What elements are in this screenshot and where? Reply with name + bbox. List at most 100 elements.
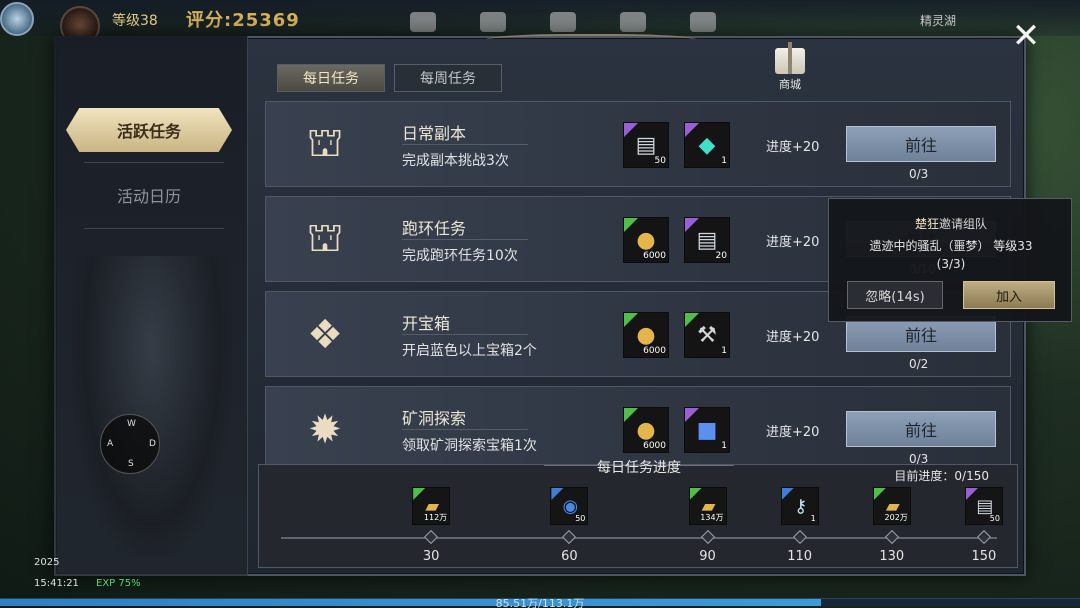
exp-percent: EXP 75% <box>96 578 141 589</box>
task-progress: 0/2 <box>909 357 929 371</box>
sidebar-divider <box>84 162 224 163</box>
milestone-node <box>562 529 577 545</box>
close-button[interactable]: ✕ <box>1008 18 1044 54</box>
crystal-icon: ◆ <box>698 132 716 158</box>
character-silhouette <box>72 256 232 556</box>
cube-icon: ■ <box>696 417 718 443</box>
hud-icon-strip <box>410 12 716 32</box>
invite-dungeon-info: 遗迹中的骚乱（噩梦） 等级33 <box>869 239 1033 253</box>
hud-menu-icon[interactable] <box>620 12 646 32</box>
tab-weekly-tasks[interactable]: 每周任务 <box>394 64 502 92</box>
milestone-value: 60 <box>561 549 578 564</box>
sidebar-item-active-tasks[interactable]: 活跃任务 <box>66 108 232 152</box>
task-divider <box>402 429 528 430</box>
reward-item[interactable]: ◆ 1 <box>684 122 730 168</box>
reward-item[interactable]: ▤ 50 <box>623 122 669 168</box>
hud-menu-icon[interactable] <box>690 12 716 32</box>
hammer-icon: ⚒ <box>697 322 717 348</box>
milestone-value: 90 <box>699 549 716 564</box>
task-description: 领取矿洞探索宝箱1次 <box>402 438 537 454</box>
dungeon-emblem-icon: ⛫ <box>306 119 344 166</box>
hud-menu-icon[interactable] <box>410 12 436 32</box>
progress-gain: 进度+20 <box>766 330 820 345</box>
milestone-reward[interactable]: ▰ 134万 <box>688 487 727 525</box>
task-name: 矿洞探索 <box>402 409 467 428</box>
reward-item[interactable]: ● 6000 <box>623 407 669 453</box>
milestone-node <box>884 529 899 545</box>
player-avatar[interactable] <box>0 2 34 36</box>
reward-item[interactable]: ▤ 20 <box>684 217 730 263</box>
milestone-node <box>976 529 992 545</box>
reward-item[interactable]: ● 6000 <box>623 217 669 263</box>
invite-title: 楚狂邀请组队 <box>829 215 1073 232</box>
task-description: 完成副本挑战3次 <box>402 153 509 169</box>
task-description: 完成跑环任务10次 <box>402 248 518 264</box>
movement-joystick[interactable]: W A D S <box>100 414 160 474</box>
map-name: 精灵湖 <box>920 14 957 28</box>
milestone-reward[interactable]: ◉ 50 <box>550 487 589 525</box>
reward-quantity: 20 <box>715 251 727 261</box>
milestone-value: 150 <box>971 549 997 564</box>
milestone-node <box>424 529 439 545</box>
milestone-reward[interactable]: ⚷ 1 <box>780 487 819 525</box>
milestone-value: 110 <box>787 549 813 564</box>
reward-item[interactable]: ● 6000 <box>623 312 669 358</box>
mine-emblem-icon: ✹ <box>308 407 342 453</box>
hud-menu-icon[interactable] <box>550 12 576 32</box>
sidebar-item-activity-calendar[interactable]: 活动日历 <box>66 173 232 217</box>
go-button[interactable]: 前往 <box>846 411 996 447</box>
scroll-icon: ▤ <box>696 227 718 253</box>
reward-quantity: 134万 <box>700 513 724 522</box>
reward-quantity: 202万 <box>884 513 908 522</box>
progress-gain: 进度+20 <box>766 235 820 250</box>
shop-label: 商城 <box>779 78 801 91</box>
gold-coin-icon: ● <box>636 417 656 443</box>
task-name: 开宝箱 <box>402 314 451 333</box>
inviter-name: 楚狂 <box>914 217 939 231</box>
milestone-reward[interactable]: ▰ 112万 <box>412 487 451 525</box>
task-divider <box>402 334 528 335</box>
joystick-down-label: S <box>128 459 134 469</box>
reward-quantity: 50 <box>989 514 1000 523</box>
gift-box-icon <box>775 42 805 74</box>
join-button[interactable]: 加入 <box>963 281 1055 309</box>
milestone-node <box>792 529 807 545</box>
reward-quantity: 1 <box>721 346 727 356</box>
gold-coin-icon: ● <box>636 227 656 253</box>
reward-quantity: 6000 <box>643 251 666 261</box>
joystick-left-label: A <box>107 439 114 449</box>
reward-quantity: 50 <box>654 156 666 166</box>
reward-quantity: 50 <box>575 514 586 523</box>
player-level: 等级38 <box>112 13 158 29</box>
treasure-emblem-icon: ❖ <box>307 312 343 358</box>
reward-item[interactable]: ■ 1 <box>684 407 730 453</box>
progress-gain: 进度+20 <box>766 140 820 155</box>
joystick-right-label: D <box>149 439 156 449</box>
gold-coin-icon: ● <box>636 322 656 348</box>
invite-body: 遗迹中的骚乱（噩梦） 等级33 (3/3) <box>829 237 1073 273</box>
hud-date: 2025 <box>34 557 60 568</box>
panel-ornament <box>486 34 696 48</box>
milestone-reward[interactable]: ▤ 50 <box>964 487 1003 525</box>
hud-menu-icon[interactable] <box>480 12 506 32</box>
go-button[interactable]: 前往 <box>846 126 996 162</box>
reward-quantity: 1 <box>810 514 816 523</box>
milestone-reward[interactable]: ▰ 202万 <box>872 487 911 525</box>
reward-quantity: 6000 <box>643 441 666 451</box>
task-description: 开启蓝色以上宝箱2个 <box>402 343 537 359</box>
progress-gain: 进度+20 <box>766 425 820 440</box>
scroll-icon: ▤ <box>635 132 657 158</box>
tab-daily-tasks[interactable]: 每日任务 <box>277 64 385 92</box>
milestone-value: 130 <box>879 549 905 564</box>
shop-button[interactable]: 商城 <box>770 42 810 94</box>
daily-progress-section: 每日任务进度 目前进度：0/150 30 ▰ 112万 60 ◉ 50 90 ▰ 1… <box>258 460 1018 568</box>
reward-item[interactable]: ⚒ 1 <box>684 312 730 358</box>
ignore-button[interactable]: 忽略(14s) <box>847 281 943 309</box>
reward-quantity: 1 <box>721 441 727 451</box>
task-divider <box>402 239 528 240</box>
exp-text: 85.51万/113.1万 <box>495 597 585 608</box>
top-hud: 等级38 评分:25369 精灵湖 <box>0 0 1080 46</box>
milestone-node <box>700 529 715 545</box>
invite-title-suffix: 邀请组队 <box>939 217 988 231</box>
invite-party-count: (3/3) <box>936 257 966 271</box>
